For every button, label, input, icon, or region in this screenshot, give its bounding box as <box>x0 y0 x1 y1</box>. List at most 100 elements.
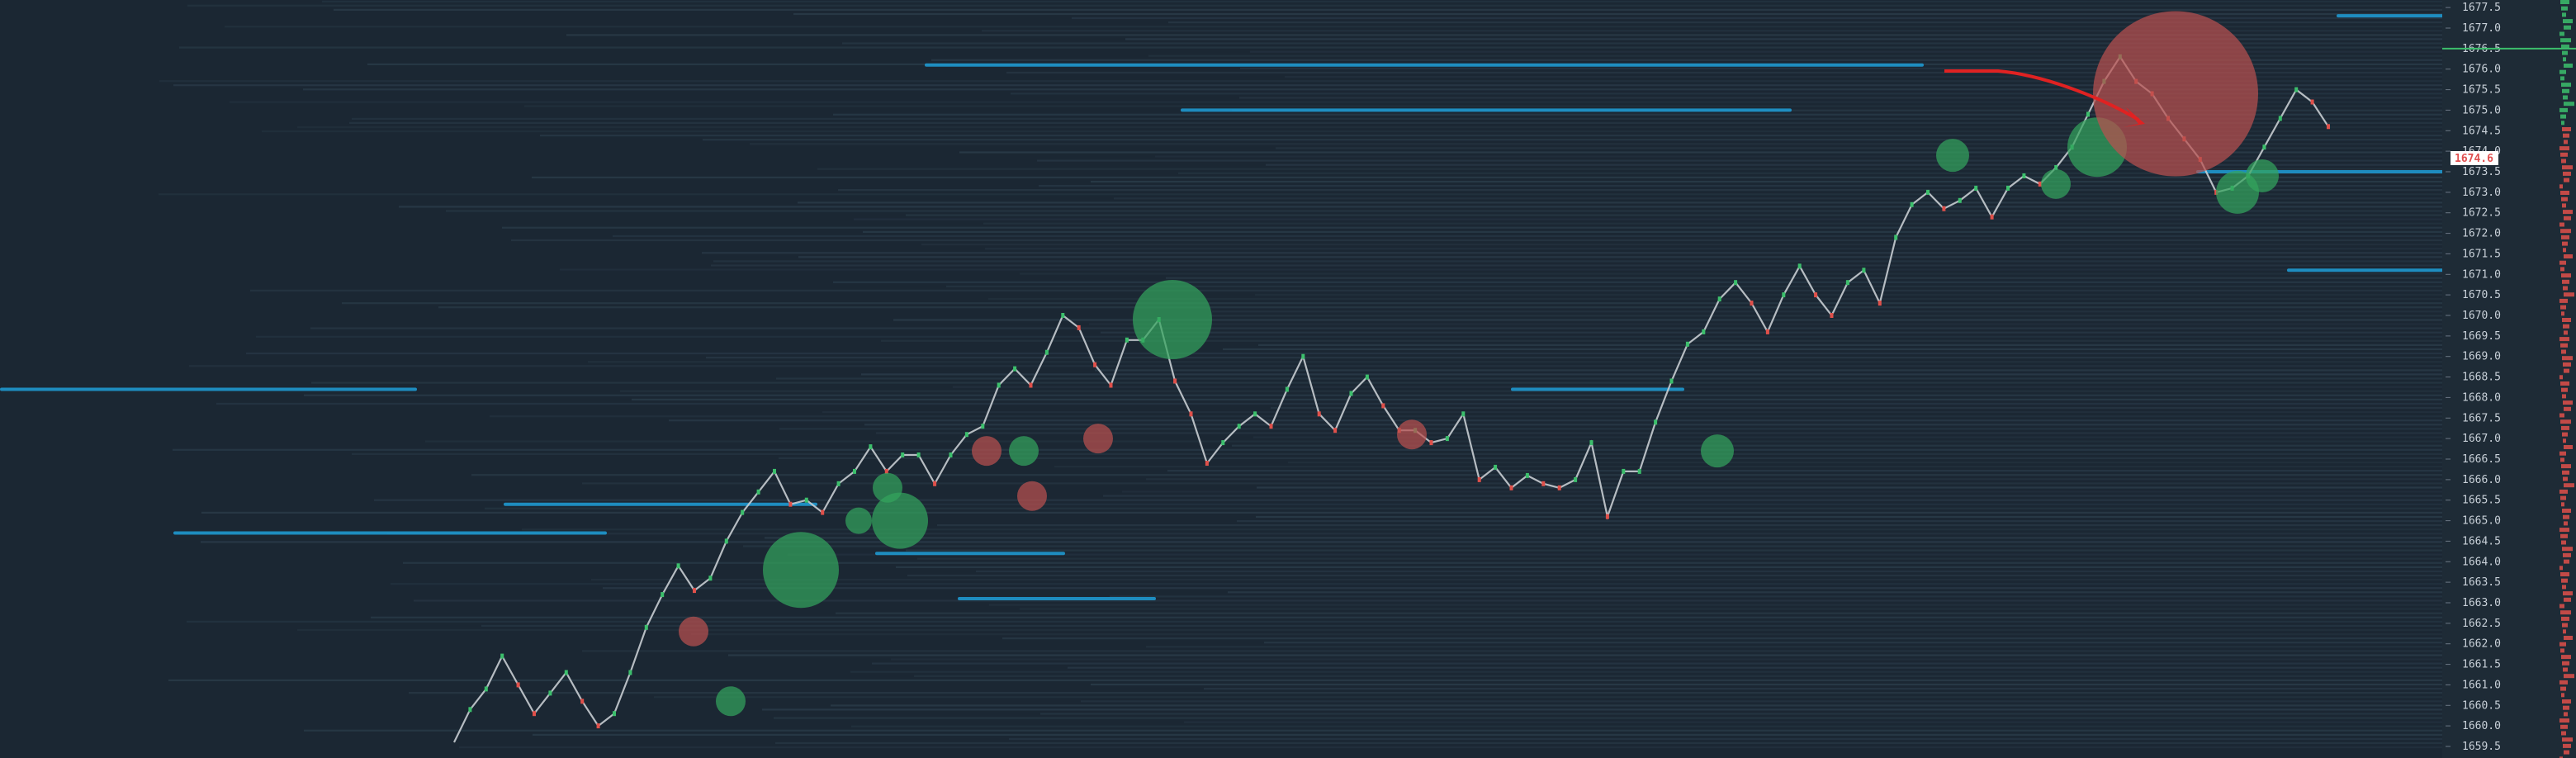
heatmap-band <box>1110 595 2444 598</box>
price-bar <box>1669 378 1674 384</box>
axis-tick-label: 1661.0 <box>2462 679 2501 691</box>
price-bar <box>1574 476 1578 482</box>
heatmap-band <box>1125 38 2444 40</box>
heatmap-band <box>881 339 2444 342</box>
price-bar <box>1461 411 1466 417</box>
liquidity-line <box>1511 387 1684 391</box>
price-bar <box>484 686 488 692</box>
heatmap-band <box>1257 486 2444 489</box>
price-bar <box>1173 378 1177 384</box>
heatmap-band <box>342 302 2444 305</box>
strip-bar <box>2564 178 2569 182</box>
heatmap-band <box>861 373 2444 376</box>
buy-bubble <box>763 532 839 609</box>
heatmap-price-chart[interactable]: 1659.5 1660.0 1660.5 1661.0 1661.5 1662.0 1662… <box>0 0 2576 758</box>
heatmap-band <box>654 696 2444 699</box>
heatmap-band <box>906 549 2444 552</box>
liquidity-line <box>504 502 817 506</box>
strip-bar <box>2564 712 2568 717</box>
sell-bubble <box>1397 419 1427 450</box>
price-bar <box>1269 424 1273 429</box>
strip-bar <box>2559 489 2568 494</box>
strip-bar <box>2564 559 2569 564</box>
strip-bar <box>2559 528 2569 533</box>
price-bar <box>1717 296 1721 302</box>
price-bar <box>693 588 696 594</box>
strip-bar <box>2560 114 2566 119</box>
price-bar <box>756 489 760 495</box>
heatmap-band <box>863 230 2444 233</box>
price-bar <box>1637 468 1641 474</box>
heatmap-band <box>481 624 2444 627</box>
heatmap-band <box>588 361 2444 363</box>
heatmap-band <box>414 599 2444 602</box>
price-bar <box>869 444 873 450</box>
price-bar <box>2022 173 2026 178</box>
price-bar <box>2294 87 2299 92</box>
heatmap-band <box>1285 76 2444 78</box>
strip-bar <box>2561 349 2566 354</box>
liquidity-line <box>0 387 417 391</box>
strip-bar <box>2563 286 2568 291</box>
strip-bar <box>2563 667 2568 672</box>
axis-tick-label: 1663.5 <box>2462 576 2501 589</box>
strip-bar <box>2559 604 2564 609</box>
strip-bar <box>2562 12 2566 17</box>
liquidity-line <box>1181 108 1792 112</box>
heatmap-band <box>989 604 2444 606</box>
buy-bubble <box>716 686 746 717</box>
price-bar <box>1189 411 1193 417</box>
price-bar <box>1958 197 1962 203</box>
heatmap-band <box>187 620 2444 623</box>
strip-bar <box>2561 616 2569 621</box>
heatmap-band <box>304 394 2444 396</box>
strip-bar <box>2560 495 2566 500</box>
strip-bar <box>2563 476 2568 481</box>
strip-bar <box>2561 235 2569 239</box>
sell-bubble <box>1083 424 1113 454</box>
price-bar <box>901 452 905 457</box>
axis-tick-label: 1660.0 <box>2462 720 2501 732</box>
strip-bar <box>2560 0 2569 4</box>
strip-bar <box>2562 432 2568 437</box>
strip-bar <box>2562 165 2573 170</box>
strip-bar <box>2564 674 2574 679</box>
current-price-tag: 1674.6 <box>2451 151 2498 165</box>
heatmap-band <box>1256 515 2444 519</box>
strip-bar <box>2562 623 2568 628</box>
heatmap-band <box>1250 50 2444 53</box>
heatmap-band <box>1072 17 2444 20</box>
heatmap-band <box>838 189 2444 192</box>
strip-bar <box>2563 438 2566 443</box>
price-bar <box>628 670 632 675</box>
price-bar <box>1894 235 1898 240</box>
heatmap-band <box>201 541 2444 543</box>
heatmap-band <box>872 662 2444 665</box>
strip-bar <box>2559 642 2566 647</box>
heatmap-band <box>502 226 2444 229</box>
price-bar <box>1990 214 1994 220</box>
heatmap-band <box>774 717 2444 719</box>
strip-bar <box>2562 127 2571 131</box>
price-bar <box>596 723 600 729</box>
buy-bubble <box>2246 159 2279 192</box>
sell-bubble <box>2093 11 2258 177</box>
strip-bar <box>2560 38 2571 43</box>
axis-tick-label: 1667.5 <box>2462 412 2501 424</box>
heatmap-band <box>891 658 2444 661</box>
heatmap-band <box>371 616 2444 618</box>
strip-bar <box>2562 547 2573 552</box>
strip-bar <box>2561 425 2569 430</box>
heatmap-band <box>1223 348 2444 351</box>
axis-tick-label: 1665.0 <box>2462 515 2501 528</box>
strip-bar <box>2561 540 2566 545</box>
price-bar <box>981 424 985 429</box>
heatmap-band <box>438 306 2444 309</box>
heatmap-band <box>1264 642 2444 644</box>
heatmap-band <box>159 193 2444 196</box>
price-bar <box>1253 411 1257 417</box>
strip-bar <box>2563 19 2573 24</box>
strip-bar <box>2561 83 2571 88</box>
heatmap-band <box>1240 67 2444 69</box>
heatmap-band <box>1002 637 2444 640</box>
